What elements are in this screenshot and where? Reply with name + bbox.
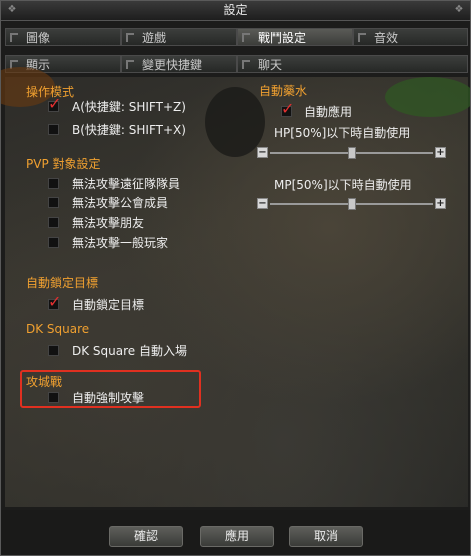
decrease-icon[interactable]: − <box>257 147 268 158</box>
hp-threshold-label: HP[50%]以下時自動使用 <box>274 126 411 140</box>
checkbox-auto-force-attack[interactable] <box>48 392 59 403</box>
tab-label: 聊天 <box>258 58 283 72</box>
section-title-auto-potion: 自動藥水 <box>259 84 308 98</box>
section-title-pvp-target: PVP 對象設定 <box>26 157 101 171</box>
increase-icon[interactable]: + <box>435 147 446 158</box>
title-left-ornament-icon: ❖ <box>7 4 17 15</box>
mp-threshold-label: MP[50%]以下時自動使用 <box>274 178 412 192</box>
checkmark-icon: ✓ <box>48 94 62 113</box>
tab-corner-icon <box>358 33 366 42</box>
checkbox-no-attack-friends[interactable] <box>48 217 59 228</box>
checkbox-mode-a[interactable]: ✓ <box>48 96 61 112</box>
option-label: 無法攻擊公會成員 <box>72 196 169 210</box>
tab-label: 圖像 <box>26 31 51 45</box>
tab-hotkeys[interactable]: 變更快捷鍵 <box>121 55 237 73</box>
decrease-icon[interactable]: − <box>257 198 268 209</box>
tab-bar: 圖像 遊戲 戰鬥設定 音效 顯示 變更快捷鍵 聊天 <box>5 28 468 74</box>
option-label: A(快捷鍵: SHIFT+Z) <box>72 100 186 114</box>
apply-button[interactable]: 應用 <box>200 526 274 547</box>
checkbox-no-attack-guild[interactable] <box>48 197 59 208</box>
option-label: B(快捷鍵: SHIFT+X) <box>72 123 186 137</box>
cancel-button[interactable]: 取消 <box>289 526 363 547</box>
option-label: 無法攻擊一般玩家 <box>72 236 169 250</box>
option-label: DK Square 自動入場 <box>72 344 187 358</box>
confirm-button[interactable]: 確認 <box>109 526 183 547</box>
checkbox-dk-square-auto-enter[interactable] <box>48 345 59 356</box>
checkbox-no-attack-players[interactable] <box>48 237 59 248</box>
background-foliage <box>385 77 470 117</box>
tab-label: 戰鬥設定 <box>258 31 307 45</box>
tab-corner-icon <box>126 33 134 42</box>
slider-thumb[interactable] <box>347 198 356 210</box>
section-title-dk-square: DK Square <box>26 322 90 336</box>
slider-thumb[interactable] <box>347 147 356 159</box>
tab-label: 音效 <box>374 31 399 45</box>
tab-combat-settings[interactable]: 戰鬥設定 <box>237 28 353 46</box>
tab-game[interactable]: 遊戲 <box>121 28 237 46</box>
background-character <box>205 87 265 157</box>
option-label: 自動應用 <box>304 105 353 119</box>
title-right-ornament-icon: ❖ <box>454 4 464 15</box>
tab-corner-icon <box>242 60 250 69</box>
increase-icon[interactable]: + <box>435 198 446 209</box>
checkbox-auto-lock-target[interactable]: ✓ <box>48 294 61 310</box>
combat-settings-panel <box>1 67 470 507</box>
tab-corner-icon <box>10 33 18 42</box>
settings-window: ❖ 設定 ❖ 圖像 遊戲 戰鬥設定 音效 顯示 變更快捷鍵 聊天 操作模式 ✓ … <box>0 0 471 556</box>
checkbox-no-attack-expedition[interactable] <box>48 178 59 189</box>
checkmark-icon: ✓ <box>48 292 62 311</box>
tab-sound[interactable]: 音效 <box>353 28 468 46</box>
tab-corner-icon <box>242 33 250 42</box>
tab-graphics[interactable]: 圖像 <box>5 28 121 46</box>
tab-corner-icon <box>126 60 134 69</box>
tab-chat[interactable]: 聊天 <box>237 55 468 73</box>
hp-threshold-slider[interactable]: − + <box>257 147 446 159</box>
section-title-auto-lock: 自動鎖定目標 <box>26 276 99 290</box>
title-bar: ❖ 設定 ❖ <box>1 1 470 21</box>
checkmark-icon: ✓ <box>281 99 295 118</box>
checkbox-mode-b[interactable] <box>48 124 59 135</box>
checkbox-auto-apply[interactable]: ✓ <box>281 101 294 117</box>
tab-label: 變更快捷鍵 <box>142 58 203 72</box>
section-title-siege: 攻城戰 <box>26 375 63 389</box>
mp-threshold-slider[interactable]: − + <box>257 198 446 210</box>
option-label: 無法攻擊遠征隊隊員 <box>72 177 181 191</box>
option-label: 無法攻擊朋友 <box>72 216 145 230</box>
window-title: 設定 <box>223 3 248 17</box>
tab-label: 遊戲 <box>142 31 167 45</box>
option-label: 自動鎖定目標 <box>72 298 145 312</box>
option-label: 自動強制攻擊 <box>72 391 145 405</box>
